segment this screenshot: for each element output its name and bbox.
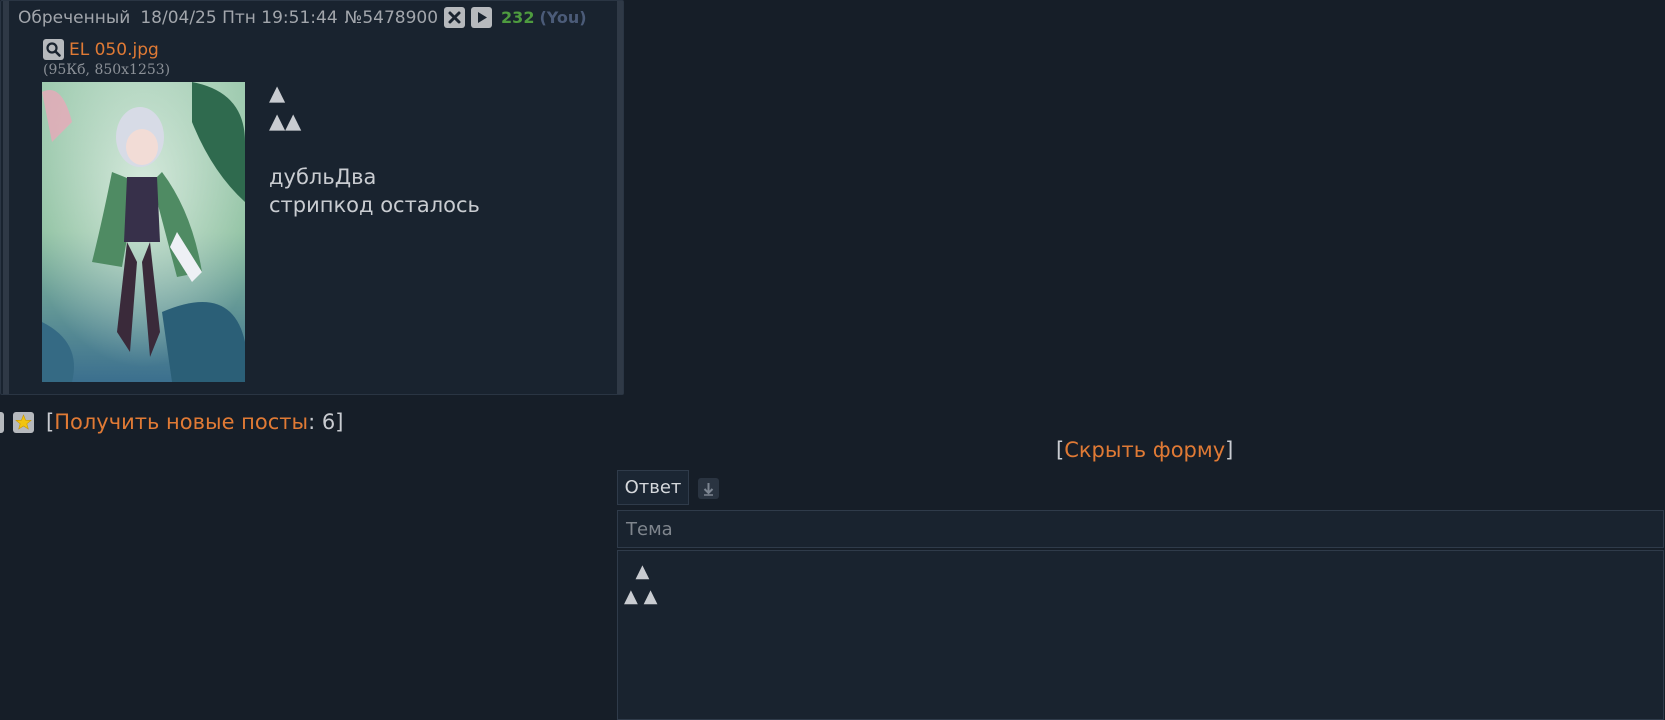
post-header: Обреченный 18/04/25 Птн 19:51:44 №547890… bbox=[18, 7, 587, 28]
post-image-thumbnail[interactable] bbox=[42, 82, 245, 382]
post-line: дубльДва bbox=[269, 165, 377, 189]
poster-name: Обреченный bbox=[18, 7, 131, 28]
hide-form-link[interactable]: Скрыть форму bbox=[1064, 438, 1225, 462]
play-icon[interactable] bbox=[471, 7, 493, 28]
star-icon[interactable] bbox=[13, 411, 34, 433]
message-textarea[interactable]: ▲ ▲ ▲ bbox=[617, 550, 1664, 720]
post-body: ▲ ▲▲ дубльДва стрипкод осталось bbox=[269, 79, 480, 219]
post-number-link[interactable]: №5478900 bbox=[345, 8, 438, 28]
hide-form-control: [Скрыть форму] bbox=[1056, 438, 1233, 462]
post-line: ▲ bbox=[269, 81, 286, 105]
reply-tab[interactable]: Ответ bbox=[617, 470, 689, 505]
bracket-open: [ bbox=[46, 410, 55, 434]
post-left-border bbox=[3, 1, 9, 394]
thread-actions: [ Получить новые посты : 6 ] bbox=[0, 410, 343, 434]
subject-input[interactable]: Тема bbox=[617, 510, 1664, 548]
reply-count: 232 bbox=[501, 8, 535, 27]
close-x-icon[interactable] bbox=[444, 7, 466, 28]
you-marker: (You) bbox=[539, 8, 587, 27]
zoom-icon[interactable] bbox=[43, 39, 64, 60]
file-name-link[interactable]: EL 050.jpg bbox=[69, 40, 159, 60]
post-right-border bbox=[617, 1, 623, 394]
post-date: 18/04/25 Птн 19:51:44 bbox=[140, 7, 338, 28]
file-meta: (95Кб, 850x1253) bbox=[43, 62, 171, 78]
post-empty-line bbox=[269, 135, 480, 163]
get-new-posts-link[interactable]: Получить новые посты bbox=[54, 410, 308, 434]
post-line: стрипкод осталось bbox=[269, 193, 480, 217]
bracket-open: [ bbox=[1056, 438, 1065, 462]
edge-button-icon[interactable] bbox=[0, 411, 4, 433]
post-line: ▲▲ bbox=[269, 109, 302, 133]
arrow-down-icon[interactable] bbox=[698, 478, 719, 499]
bracket-close: ] bbox=[1225, 438, 1234, 462]
new-posts-count: : 6 bbox=[308, 410, 336, 434]
file-info: EL 050.jpg bbox=[43, 39, 159, 60]
post: Обреченный 18/04/25 Птн 19:51:44 №547890… bbox=[0, 0, 624, 395]
bracket-close: ] bbox=[335, 410, 344, 434]
